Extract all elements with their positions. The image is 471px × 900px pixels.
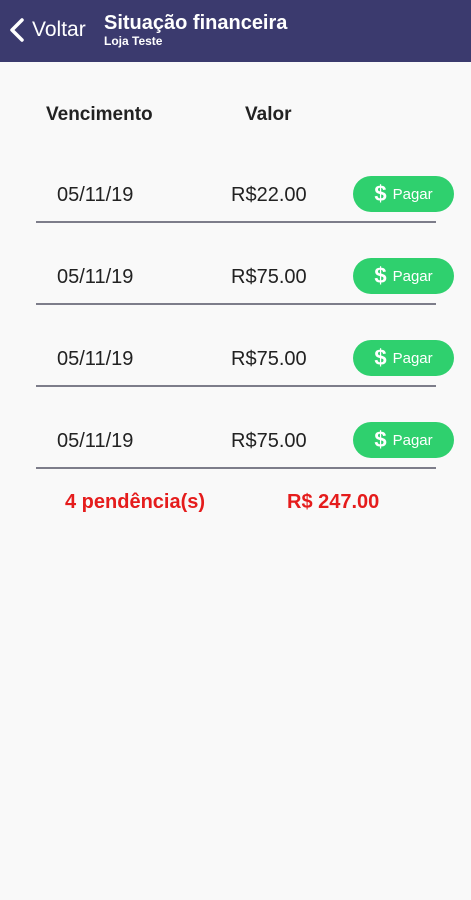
row-divider	[36, 385, 436, 387]
row-divider	[36, 221, 436, 223]
row-divider	[36, 467, 436, 469]
pay-button-label: Pagar	[392, 267, 433, 285]
back-button[interactable]: Voltar	[8, 14, 86, 46]
bill-due-date: 05/11/19	[57, 266, 134, 288]
chevron-left-icon	[10, 18, 24, 42]
dollar-icon: $	[374, 345, 387, 370]
row-divider	[36, 303, 436, 305]
back-label: Voltar	[32, 18, 86, 41]
pay-button[interactable]: $ Pagar	[353, 176, 454, 212]
bill-amount: R$75.00	[231, 266, 307, 288]
bill-amount: R$75.00	[231, 430, 307, 452]
pay-button[interactable]: $ Pagar	[353, 340, 454, 376]
pending-count: 4 pendência(s)	[65, 491, 206, 513]
bill-row: 05/11/19 R$22.00 $ Pagar	[0, 162, 471, 244]
dollar-icon: $	[374, 181, 387, 206]
header-title-block: Situação financeira Loja Teste	[104, 12, 287, 48]
pay-button-label: Pagar	[392, 349, 433, 367]
bill-amount: R$75.00	[231, 348, 307, 370]
bill-row: 05/11/19 R$75.00 $ Pagar	[0, 326, 471, 408]
column-header-due-date: Vencimento	[46, 104, 153, 125]
pay-button-label: Pagar	[392, 185, 433, 203]
column-header-value: Valor	[245, 104, 292, 125]
pay-button[interactable]: $ Pagar	[353, 258, 454, 294]
pending-total: R$ 247.00	[287, 491, 380, 513]
bill-amount: R$22.00	[231, 184, 307, 206]
bill-row: 05/11/19 R$75.00 $ Pagar	[0, 244, 471, 326]
dollar-icon: $	[374, 427, 387, 452]
bill-due-date: 05/11/19	[57, 184, 134, 206]
pay-button[interactable]: $ Pagar	[353, 422, 454, 458]
dollar-icon: $	[374, 263, 387, 288]
pay-button-label: Pagar	[392, 431, 433, 449]
bill-row: 05/11/19 R$75.00 $ Pagar	[0, 408, 471, 490]
bill-due-date: 05/11/19	[57, 348, 134, 370]
bill-due-date: 05/11/19	[57, 430, 134, 452]
page-title: Situação financeira	[104, 12, 288, 34]
store-subtitle: Loja Teste	[104, 34, 163, 48]
app-header: Voltar Situação financeira Loja Teste	[0, 0, 471, 62]
